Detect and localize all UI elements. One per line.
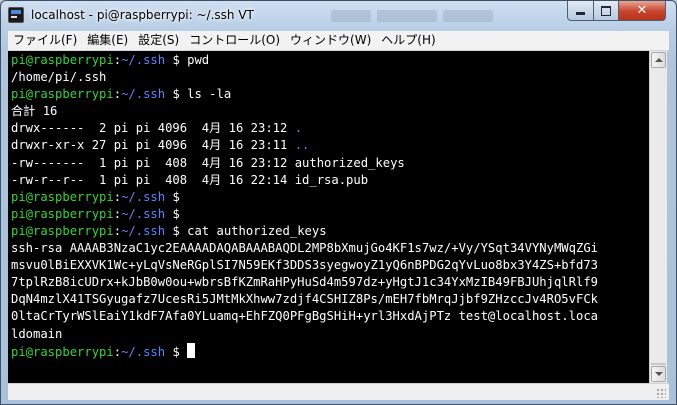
resize-grip-icon[interactable]	[656, 388, 666, 398]
prompt-separator: :	[113, 53, 122, 67]
menu-item[interactable]: ファイル(F)	[8, 31, 82, 50]
prompt-line: pi@raspberrypi:~/.ssh $	[11, 342, 649, 360]
prompt-user: pi@raspberrypi	[11, 344, 114, 359]
output-line: -rw-r--r-- 1 pi pi 408 4月 16 22:14 id_rs…	[11, 172, 649, 189]
menu-item[interactable]: ヘルプ(H)	[376, 31, 440, 50]
terminal-window: localhost - pi@raspberrypi: ~/.ssh VT ✕ …	[0, 0, 677, 405]
menu-item[interactable]: コントロール(O)	[184, 31, 285, 50]
output-line: -rw------- 1 pi pi 408 4月 16 23:12 autho…	[11, 155, 649, 172]
prompt-separator: :	[113, 344, 122, 359]
title-bar[interactable]: localhost - pi@raspberrypi: ~/.ssh VT ✕	[1, 1, 676, 31]
maximize-button[interactable]	[593, 1, 619, 21]
maximize-icon	[601, 5, 611, 16]
output-line: DqN4mzlX41TSGyugafz7UcesRi5JMtMkXhww7zdj…	[11, 292, 598, 307]
file-name: authorized_keys	[294, 155, 405, 170]
file-listing-info: -rw------- 1 pi pi 408 4月 16 23:12	[11, 155, 295, 170]
prompt-user: pi@raspberrypi	[11, 189, 114, 204]
file-listing-info: drwx------ 2 pi pi 4096 4月 16 23:12	[11, 121, 295, 136]
prompt-line: pi@raspberrypi:~/.ssh $	[11, 189, 649, 206]
prompt-separator: :	[113, 189, 122, 204]
output-line: drwxr-xr-x 27 pi pi 4096 4月 16 23:11 ..	[11, 137, 649, 154]
output-line: ssh-rsa AAAAB3NzaC1yc2EAAAADAQABAAABAQDL…	[11, 241, 598, 256]
menu-item[interactable]: 編集(E)	[82, 31, 133, 50]
output-line: 0ltaCrTyrWSlEaiY1kdF7Afa0YLuamq+EhFZQ0PF…	[11, 309, 598, 324]
scroll-down-button[interactable]	[651, 366, 666, 382]
prompt-separator: :	[113, 87, 122, 102]
prompt-line: pi@raspberrypi:~/.ssh $	[11, 206, 649, 223]
prompt-path: ~/.ssh	[121, 53, 166, 67]
text-cursor	[187, 342, 196, 358]
prompt-path: ~/.ssh	[121, 223, 166, 238]
directory-name: ..	[294, 138, 310, 153]
output-line: 7tplRzB8icUDrx+kJbB0w0ou+wbrsBfKZmRaHPyH…	[11, 275, 598, 290]
output-line: /home/pi/.ssh	[11, 70, 107, 85]
prompt-symbol: $	[165, 206, 180, 221]
output-line: drwx------ 2 pi pi 4096 4月 16 23:12 .	[11, 120, 649, 137]
directory-name: .	[294, 121, 303, 136]
scroll-up-button[interactable]	[651, 52, 666, 68]
chevron-up-icon	[654, 58, 663, 62]
menu-item[interactable]: ウィンドウ(W)	[285, 31, 376, 50]
close-button[interactable]: ✕	[618, 1, 666, 21]
prompt-line: pi@raspberrypi:~/.ssh $ ls -la	[11, 86, 649, 103]
output-line: msvu0lBiEXXVK1Wc+yLqVsNeRGplSI7N59EKf3DD…	[11, 258, 598, 273]
prompt-symbol: $	[165, 223, 180, 238]
background-window-ghost	[331, 7, 561, 25]
menu-item[interactable]: 設定(S)	[133, 31, 184, 50]
file-name: id_rsa.pub	[294, 172, 369, 187]
command-text	[180, 345, 187, 359]
prompt-symbol: $	[165, 87, 180, 102]
file-listing-info: -rw-r--r-- 1 pi pi 408 4月 16 22:14	[11, 172, 295, 187]
close-icon: ✕	[636, 3, 648, 18]
prompt-path: ~/.ssh	[121, 189, 166, 204]
prompt-separator: :	[113, 206, 122, 221]
prompt-path: ~/.ssh	[121, 344, 166, 359]
prompt-line: pi@raspberrypi:~/.ssh $ pwd	[11, 52, 649, 69]
minimize-button[interactable]	[567, 1, 594, 21]
output-line: ldomain	[11, 326, 63, 341]
terminal-screen[interactable]: pi@raspberrypi:~/.ssh $ pwd/home/pi/.ssh…	[8, 51, 649, 383]
prompt-path: ~/.ssh	[121, 87, 166, 102]
prompt-user: pi@raspberrypi	[11, 87, 114, 102]
prompt-symbol: $	[165, 53, 180, 67]
prompt-path: ~/.ssh	[121, 206, 166, 221]
prompt-separator: :	[113, 223, 122, 238]
prompt-user: pi@raspberrypi	[11, 53, 114, 67]
window-title: localhost - pi@raspberrypi: ~/.ssh VT	[31, 8, 254, 22]
vertical-scrollbar[interactable]	[649, 51, 667, 383]
command-text: pwd	[179, 53, 210, 67]
status-bar	[8, 383, 669, 400]
menu-bar: ファイル(F) 編集(E) 設定(S) コントロール(O) ウィンドウ(W) ヘルプ(H)	[8, 31, 669, 51]
prompt-symbol: $	[165, 344, 180, 359]
minimize-icon	[576, 12, 585, 15]
prompt-user: pi@raspberrypi	[11, 223, 114, 238]
prompt-symbol: $	[165, 189, 180, 204]
scroll-thumb[interactable]	[651, 363, 666, 365]
command-text: cat authorized_keys	[179, 223, 327, 238]
terminal-app-icon[interactable]	[8, 7, 24, 23]
file-listing-info: drwxr-xr-x 27 pi pi 4096 4月 16 23:11	[11, 138, 295, 153]
command-text: ls -la	[179, 87, 232, 102]
prompt-user: pi@raspberrypi	[11, 206, 114, 221]
output-line: 合計 16	[11, 104, 58, 119]
prompt-line: pi@raspberrypi:~/.ssh $ cat authorized_k…	[11, 223, 649, 240]
chevron-down-icon	[654, 372, 663, 376]
